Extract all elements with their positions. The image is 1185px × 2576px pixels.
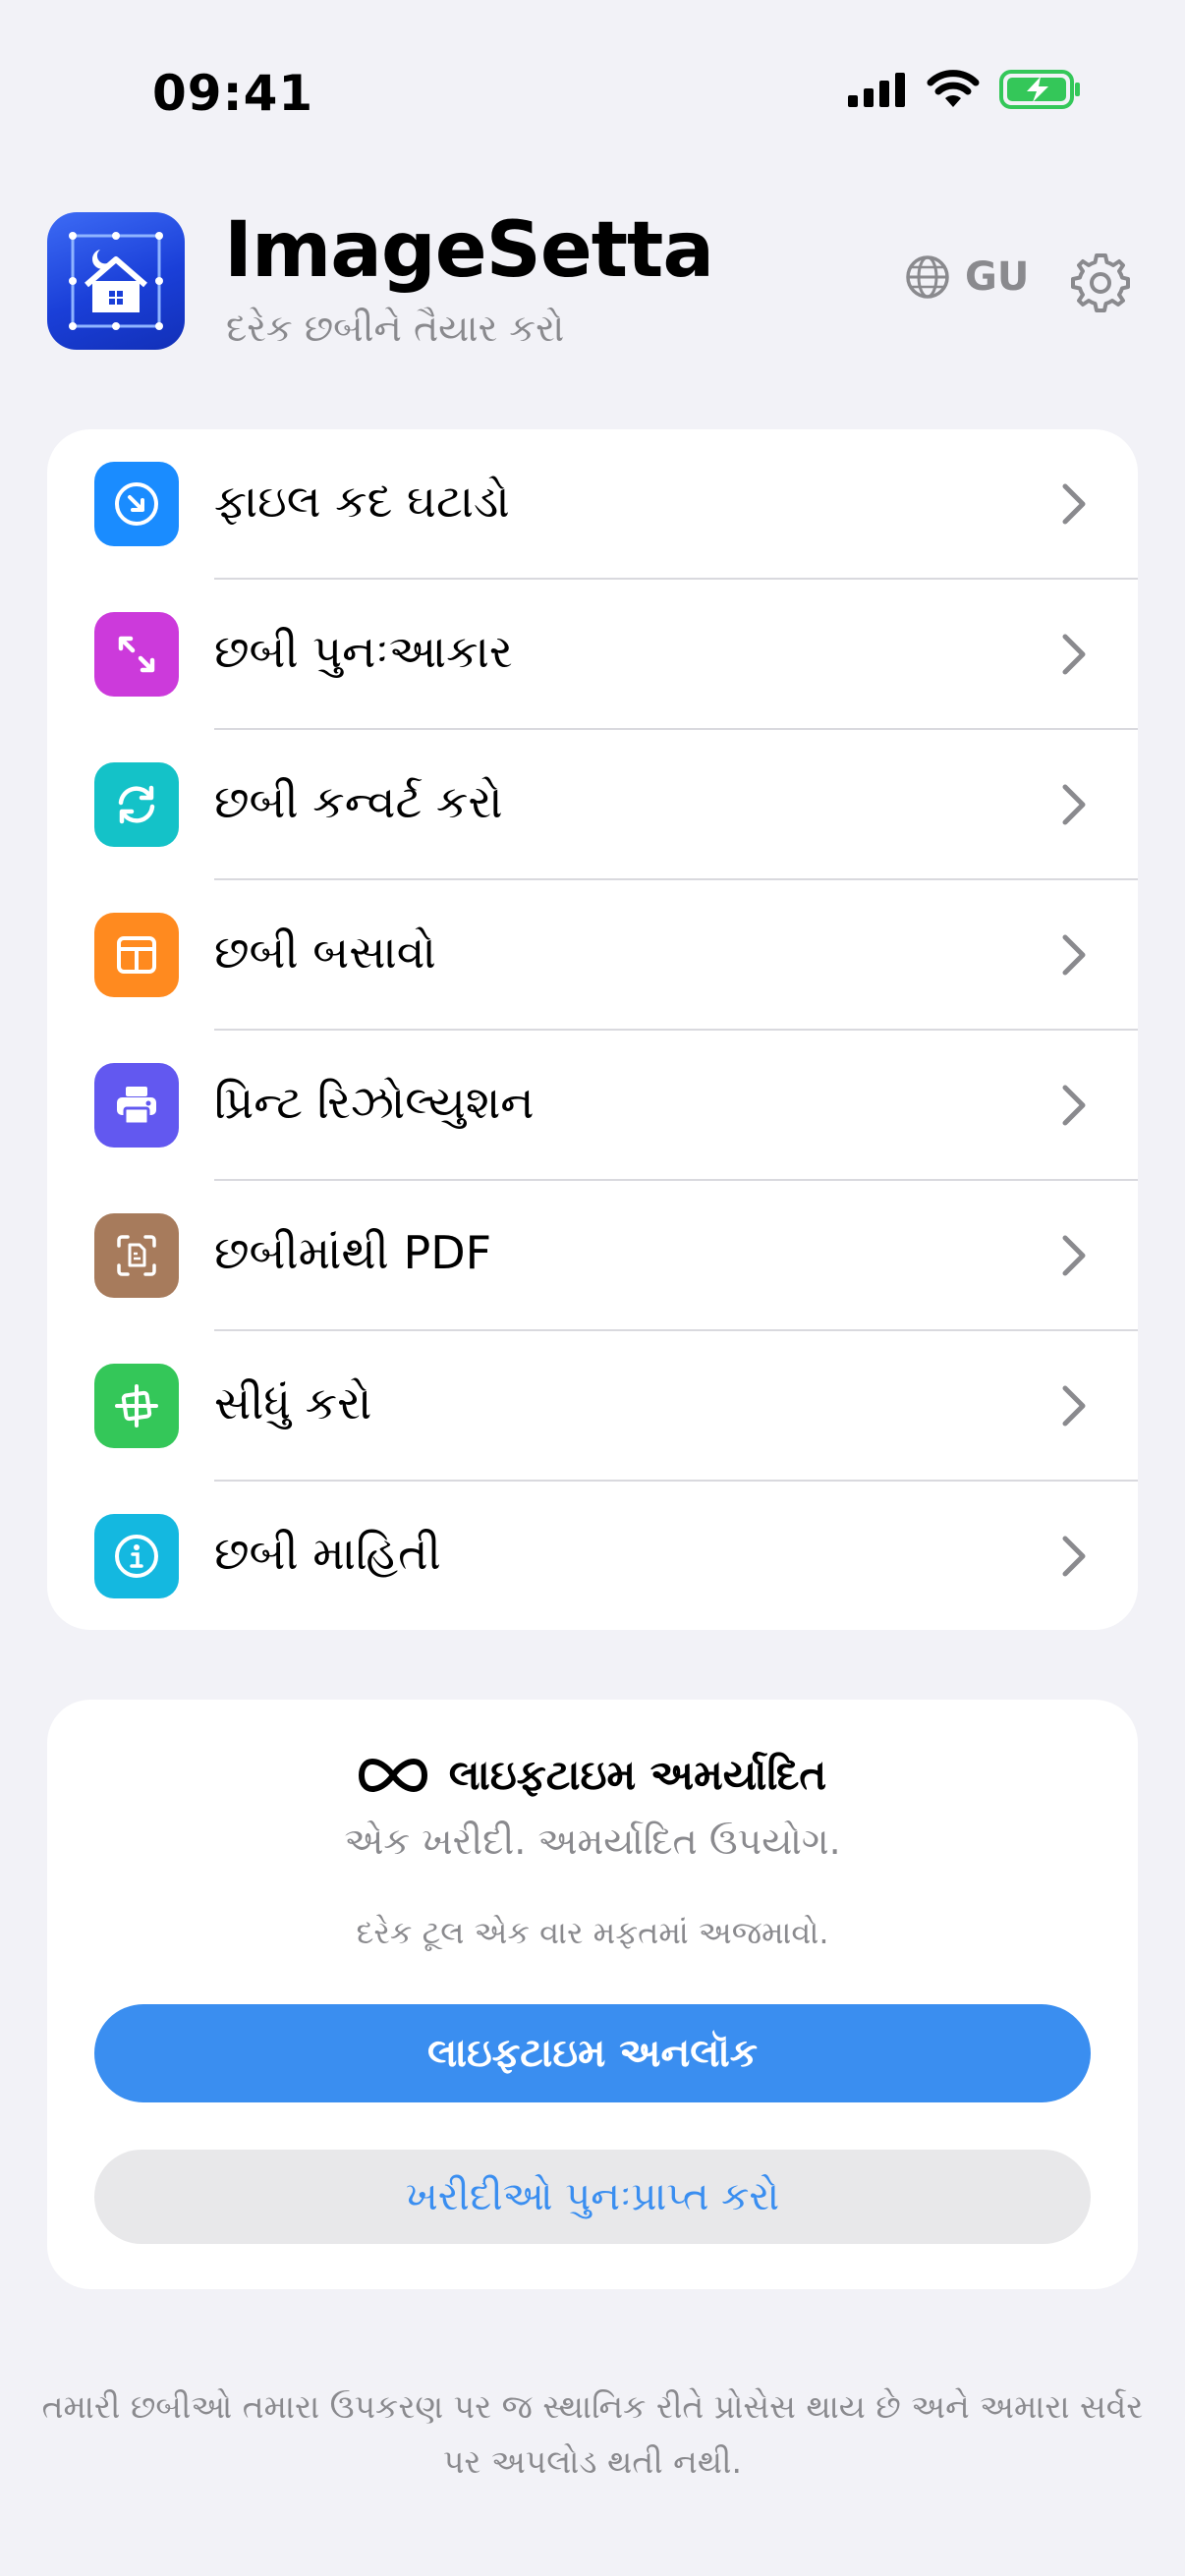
language-code: GU bbox=[965, 254, 1030, 300]
fit-frame-icon bbox=[94, 913, 179, 997]
crop-straighten-icon bbox=[94, 1364, 179, 1448]
menu-item-label: છબી કન્વર્ટ કરો bbox=[214, 775, 503, 828]
infinity-icon bbox=[358, 1758, 427, 1793]
status-time: 09:41 bbox=[152, 65, 314, 122]
chevron-right-icon bbox=[1062, 934, 1086, 976]
app-title: ImageSetta bbox=[224, 206, 714, 295]
restore-purchases-button[interactable]: ખરીદીઓ પુનઃપ્રાપ્ત કરો bbox=[94, 2150, 1091, 2244]
compress-arrow-icon bbox=[94, 462, 179, 546]
pdf-document-icon bbox=[94, 1213, 179, 1298]
status-bar: 09:41 bbox=[0, 0, 1185, 147]
chevron-right-icon bbox=[1062, 784, 1086, 825]
menu-item-label: છબીમાંથી PDF bbox=[214, 1226, 492, 1279]
chevron-right-icon bbox=[1062, 634, 1086, 675]
chevron-right-icon bbox=[1062, 483, 1086, 525]
menu-item-print-resolution[interactable]: પ્રિન્ટ રિઝોલ્યુશન bbox=[47, 1031, 1138, 1181]
trial-note: દરેક ટૂલ એક વાર મફતમાં અજમાવો. bbox=[356, 1914, 829, 1951]
info-icon bbox=[94, 1514, 179, 1598]
menu-item-fit-image[interactable]: છબી બસાવો bbox=[47, 880, 1138, 1031]
printer-icon bbox=[94, 1063, 179, 1148]
app-screen: 09:41 ImageSetta દરેક છબીને તૈયાર કરો GU… bbox=[0, 0, 1185, 2576]
menu-item-label: છબી માહિતી bbox=[214, 1527, 441, 1580]
lifetime-subtitle: એક ખરીદી. અમર્યાદિત ઉપયોગ. bbox=[344, 1820, 841, 1863]
battery-charging-icon bbox=[999, 70, 1080, 109]
menu-item-label: ફાઇલ કદ ઘટાડો bbox=[214, 475, 510, 528]
app-logo bbox=[47, 212, 185, 350]
menu-item-straighten[interactable]: સીધું કરો bbox=[47, 1331, 1138, 1482]
lifetime-title-text: લાઇફટાઇમ અમર્યાદિત bbox=[448, 1751, 827, 1799]
app-subtitle: દરેક છબીને તૈયાર કરો bbox=[226, 307, 565, 350]
lifetime-purchase-card: લાઇફટાઇમ અમર્યાદિત એક ખરીદી. અમર્યાદિત ઉ… bbox=[47, 1700, 1138, 2289]
cellular-signal-icon bbox=[848, 73, 905, 107]
lifetime-unlock-button[interactable]: લાઇફટાઇમ અનલૉક bbox=[94, 2004, 1091, 2102]
settings-gear-icon[interactable] bbox=[1069, 252, 1132, 314]
chevron-right-icon bbox=[1062, 1536, 1086, 1577]
menu-item-reduce-file-size[interactable]: ફાઇલ કદ ઘટાડો bbox=[47, 429, 1138, 580]
menu-item-image-to-pdf[interactable]: છબીમાંથી PDF bbox=[47, 1181, 1138, 1331]
tools-menu: ફાઇલ કદ ઘટાડો છબી પુનઃઆકાર છબી કન્વર્ટ ક… bbox=[47, 429, 1138, 1630]
lifetime-title: લાઇફટાઇમ અમર્યાદિત bbox=[47, 1751, 1138, 1800]
language-button[interactable]: GU bbox=[904, 253, 1029, 301]
status-icons bbox=[848, 69, 1082, 110]
menu-item-label: પ્રિન્ટ રિઝોલ્યુશન bbox=[214, 1076, 535, 1129]
menu-item-label: સીધું કરો bbox=[214, 1376, 372, 1429]
menu-item-convert-image[interactable]: છબી કન્વર્ટ કરો bbox=[47, 730, 1138, 880]
menu-item-image-info[interactable]: છબી માહિતી bbox=[47, 1482, 1138, 1630]
chevron-right-icon bbox=[1062, 1085, 1086, 1126]
chevron-right-icon bbox=[1062, 1385, 1086, 1427]
chevron-right-icon bbox=[1062, 1235, 1086, 1276]
menu-item-resize-image[interactable]: છબી પુનઃઆકાર bbox=[47, 580, 1138, 730]
wifi-icon bbox=[927, 70, 980, 107]
globe-icon bbox=[906, 255, 949, 299]
privacy-note: તમારી છબીઓ તમારા ઉપકરણ પર જ સ્થાનિક રીતે… bbox=[41, 2387, 1144, 2481]
convert-cycle-icon bbox=[94, 762, 179, 847]
menu-item-label: છબી બસાવો bbox=[214, 925, 436, 979]
menu-item-label: છબી પુનઃઆકાર bbox=[214, 625, 513, 678]
resize-arrows-icon bbox=[94, 612, 179, 697]
